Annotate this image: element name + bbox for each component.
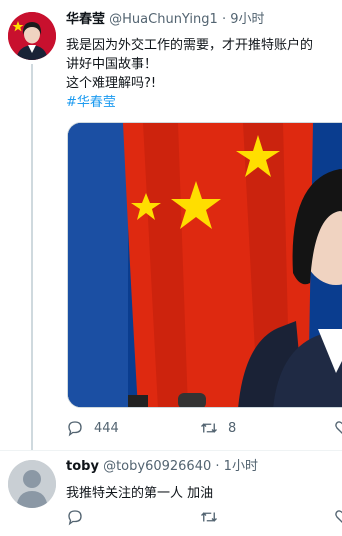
hashtag-link[interactable]: #华春莹 xyxy=(66,93,313,112)
tweet-text-line: 我是因为外交工作的需要，才开推特账户的 xyxy=(66,38,314,53)
default-profile-icon xyxy=(8,460,56,508)
retweet-icon xyxy=(201,512,217,522)
like-button[interactable] xyxy=(334,418,342,438)
tweet-text-line: 讲好中国故事！ xyxy=(66,57,158,72)
author-display-name[interactable]: 华春莹 xyxy=(66,12,105,27)
like-icon xyxy=(335,421,342,434)
tweet-timestamp[interactable]: 9小时 xyxy=(230,12,264,27)
reply-author-display-name[interactable]: toby xyxy=(66,459,99,474)
retweet-button[interactable] xyxy=(200,507,218,527)
reply-author-handle[interactable]: @toby60926640 xyxy=(103,459,211,474)
header-separator: · xyxy=(215,459,220,474)
tweet-header: 华春莹 @HuaChunYing1 · 9小时 xyxy=(66,11,265,29)
author-handle[interactable]: @HuaChunYing1 xyxy=(109,12,218,27)
tweet-text: 我是因为外交工作的需要，才开推特账户的 讲好中国故事！ 这个难理解吗?! #华春… xyxy=(66,36,313,112)
reply-timestamp[interactable]: 1小时 xyxy=(224,459,258,474)
tweet-media-photo[interactable] xyxy=(67,122,342,408)
avatar-portrait-image xyxy=(8,12,56,60)
main-tweet[interactable]: 华春莹 @HuaChunYing1 · 9小时 我是因为外交工作的需要，才开推特… xyxy=(0,0,342,450)
thread-connector-line xyxy=(31,64,33,450)
reply-header: toby @toby60926640 · 1小时 xyxy=(66,458,258,476)
reply-tweet[interactable]: toby @toby60926640 · 1小时 我推特关注的第一人 加油 xyxy=(0,450,342,536)
avatar[interactable] xyxy=(8,460,56,508)
reply-text: 我推特关注的第一人 加油 xyxy=(66,486,214,501)
avatar[interactable] xyxy=(8,12,56,60)
reply-icon xyxy=(68,510,82,526)
retweet-count: 8 xyxy=(228,420,237,436)
like-icon xyxy=(335,510,342,523)
retweet-icon xyxy=(201,423,217,433)
tweet-text-line: 这个难理解吗?! xyxy=(66,76,157,91)
retweet-button[interactable]: 8 xyxy=(200,418,236,438)
reply-count: 444 xyxy=(94,420,119,436)
reply-icon xyxy=(68,421,82,437)
reply-button[interactable] xyxy=(66,507,84,527)
like-button[interactable] xyxy=(334,507,342,527)
media-photo-image xyxy=(68,123,342,407)
header-separator: · xyxy=(221,12,227,27)
reply-button[interactable]: 444 xyxy=(66,418,119,438)
